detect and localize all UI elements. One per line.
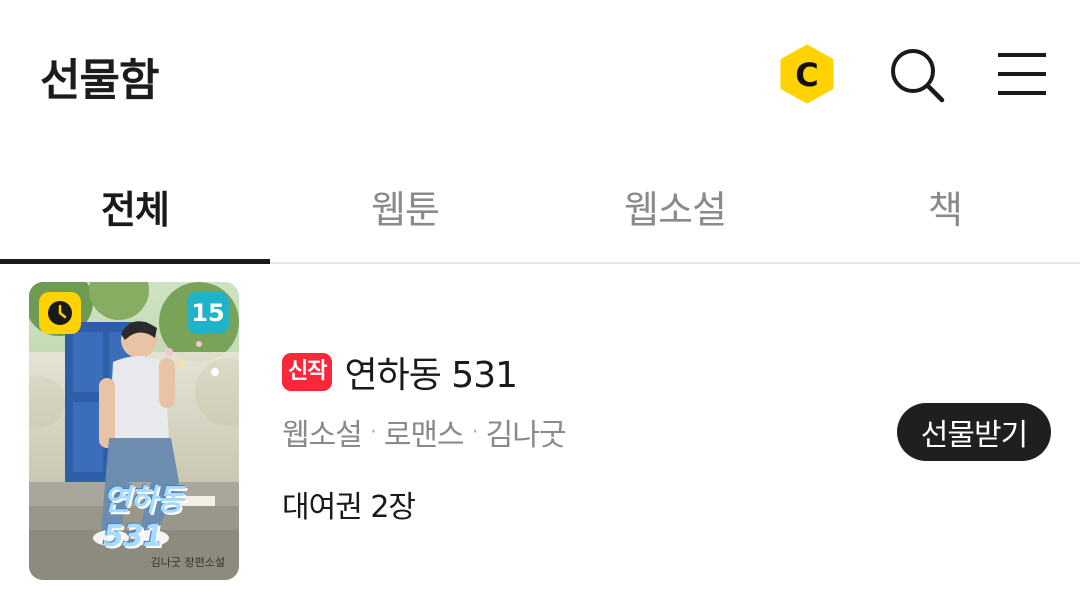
new-badge: 신작 (282, 353, 333, 391)
cover-title-text: 연하동 531 (103, 483, 184, 554)
tab-all[interactable]: 전체 (0, 150, 270, 264)
list-item[interactable]: 15 연하동 531 김나굿 장편소설 신작 연하동 531 웹소설 · 로맨스… (0, 264, 1080, 597)
gift-box-page: 선물함 C 전체 웹툰 웹소설 책 15 연하동 531 김나굿 장편소설 신작… (0, 0, 1080, 597)
tab-label: 전체 (101, 187, 170, 232)
cover-subtitle-text: 김나굿 장편소설 (150, 556, 225, 569)
item-title[interactable]: 연하동 531 (344, 346, 518, 398)
tab-webtoon[interactable]: 웹툰 (270, 150, 540, 262)
meta-category: 웹소설 (282, 418, 363, 453)
coin-icon[interactable]: C (780, 44, 834, 104)
hamburger-menu-icon[interactable] (996, 52, 1048, 96)
rental-ticket-count: 대여권 2장 (282, 490, 416, 525)
tab-label: 책 (928, 187, 963, 232)
meta-genre: 로맨스 (383, 418, 465, 453)
meta-separator: · (369, 419, 377, 445)
cover-thumbnail[interactable]: 15 연하동 531 김나굿 장편소설 (29, 282, 239, 580)
item-meta: 웹소설 · 로맨스 · 김나굿 (282, 410, 567, 454)
coin-letter: C (795, 56, 818, 94)
tab-webnovel[interactable]: 웹소설 (540, 150, 810, 262)
tab-book[interactable]: 책 (810, 150, 1080, 262)
header: 선물함 C (0, 0, 1080, 150)
item-title-row: 신작 연하동 531 (282, 350, 565, 396)
meta-author: 김나굿 (485, 418, 567, 453)
item-info: 신작 연하동 531 웹소설 · 로맨스 · 김나굿 대여권 2장 (282, 350, 567, 526)
meta-separator: · (471, 419, 479, 445)
search-icon[interactable] (888, 46, 946, 104)
wait-free-clock-icon (39, 292, 81, 334)
tab-label: 웹툰 (371, 187, 440, 232)
tab-label: 웹소설 (624, 187, 727, 232)
receive-gift-button[interactable]: 선물받기 (897, 403, 1051, 461)
age-rating-badge: 15 (187, 292, 229, 334)
page-title: 선물함 (40, 55, 159, 106)
category-tabs: 전체 웹툰 웹소설 책 (0, 150, 1080, 264)
